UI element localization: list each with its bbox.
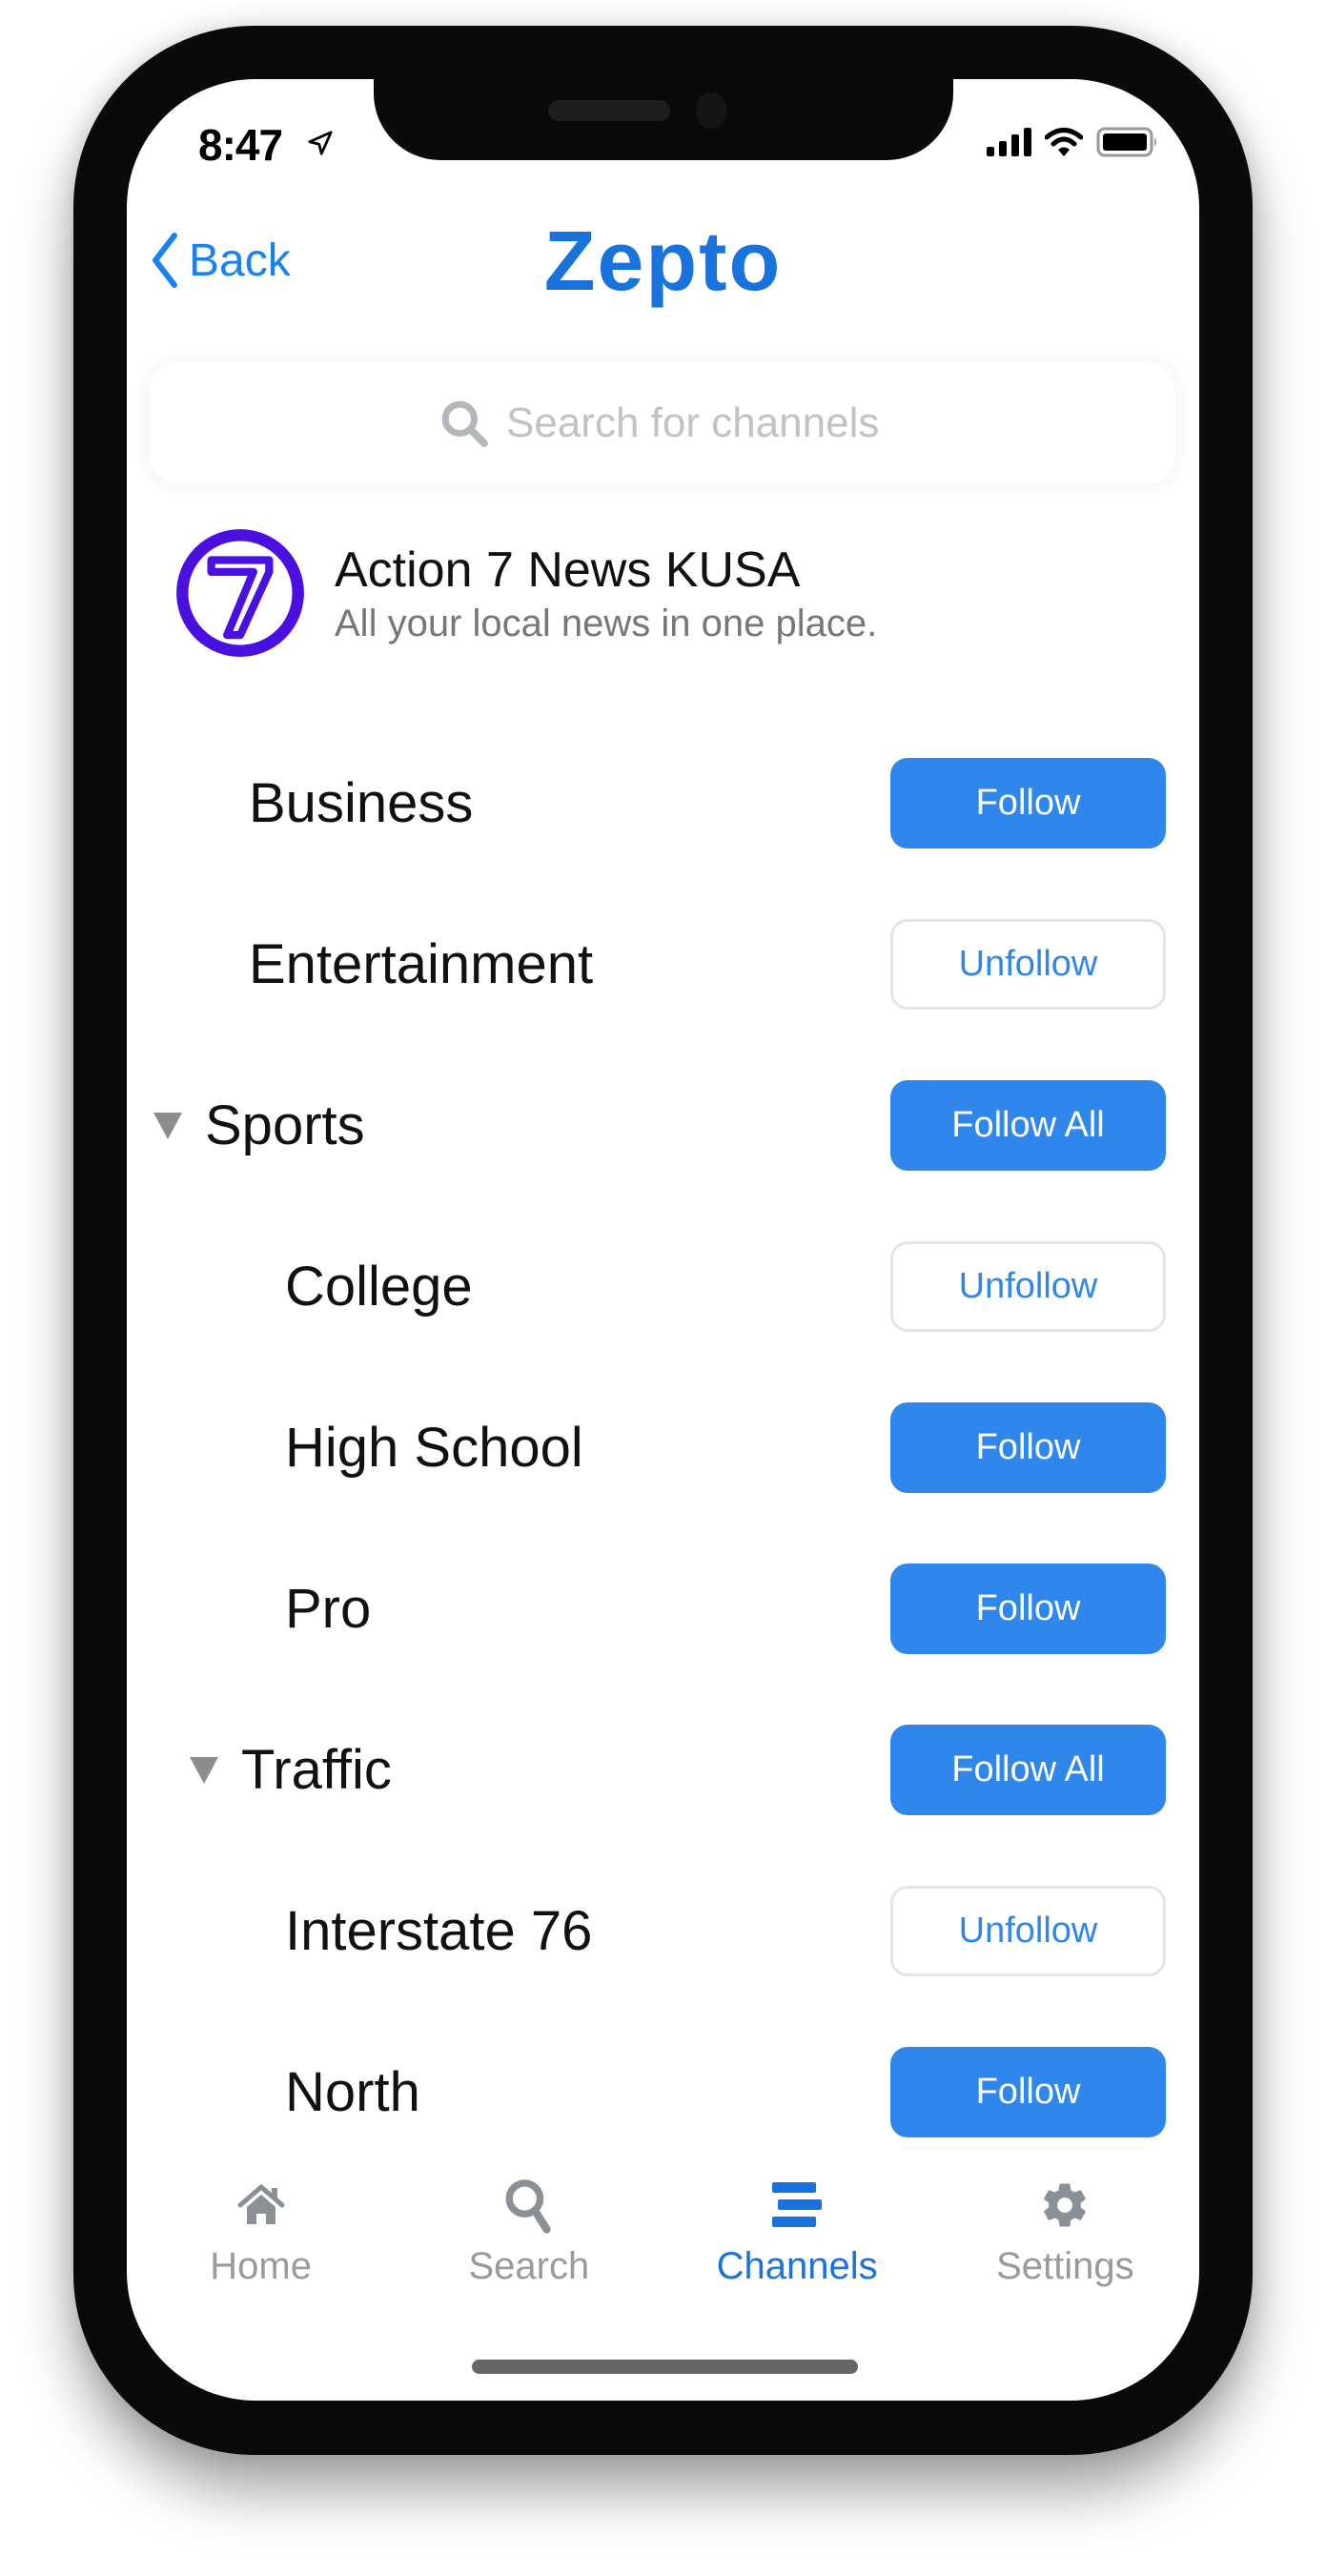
unfollow-button[interactable]: Unfollow [890,1241,1166,1332]
cellular-signal-icon [987,128,1031,156]
unfollow-button[interactable]: Unfollow [890,1886,1166,1976]
topic-label: Pro [285,1578,372,1640]
follow-button[interactable]: Follow [890,1564,1166,1654]
topic-group-sports[interactable]: Sports Follow All [127,1045,1199,1206]
topic-label: High School [285,1417,583,1479]
front-camera [696,92,726,129]
channel-name: Action 7 News KUSA [335,542,801,598]
disclosure-triangle-icon[interactable] [153,1112,182,1139]
device-mockup: 8:47 Back Zepto Search for channels Acti… [0,0,1326,2576]
tab-label: Search [468,2245,590,2287]
follow-button[interactable]: Follow [890,758,1166,848]
disclosure-triangle-icon[interactable] [190,1756,218,1784]
topic-row-north: North Follow [127,2012,1199,2173]
search-icon [505,2179,551,2234]
channel-description: All your local news in one place. [335,602,878,644]
search-field[interactable] [150,362,1175,484]
tab-label: Settings [996,2245,1134,2287]
tab-settings[interactable]: Settings [931,2177,1199,2300]
notch [374,79,953,160]
speaker-grille [548,100,670,121]
topic-row-interstate-76: Interstate 76 Unfollow [127,1850,1199,2012]
battery-icon [1096,127,1156,157]
topic-group-label: Sports [205,1094,365,1156]
topic-row-high-school: High School Follow [127,1367,1199,1528]
follow-all-button[interactable]: Follow All [890,1725,1166,1815]
home-icon [237,2184,285,2224]
channel-info: Action 7 News KUSA All your local news i… [335,542,877,645]
gear-icon [1044,2183,1087,2227]
topic-label: Business [249,772,474,834]
wifi-icon [1045,128,1083,156]
tab-label: Home [210,2245,312,2287]
topic-row-entertainment: Entertainment Unfollow [127,884,1199,1045]
follow-button[interactable]: Follow [890,1402,1166,1493]
search-input[interactable] [506,399,887,447]
channel-header: Action 7 News KUSA All your local news i… [174,527,877,659]
topic-group-label: Traffic [241,1739,392,1801]
app-screen: 8:47 Back Zepto Search for channels Acti… [127,79,1199,2401]
location-arrow-icon [308,131,333,155]
tab-label: Channels [716,2245,878,2287]
topic-row-business: Business Follow [127,723,1199,884]
follow-all-button[interactable]: Follow All [890,1080,1166,1171]
topic-label: Entertainment [249,933,594,995]
topic-label: North [285,2061,420,2123]
topic-row-college: College Unfollow [127,1206,1199,1367]
topic-label: Interstate 76 [285,1900,593,1962]
topic-row-pro: Pro Follow [127,1528,1199,1689]
topic-group-traffic[interactable]: Traffic Follow All [127,1689,1199,1850]
follow-button[interactable]: Follow [890,2047,1166,2137]
tab-search[interactable]: Search [395,2177,663,2300]
status-indicators [987,127,1159,157]
channel-logo [176,529,304,657]
channels-icon [772,2182,823,2227]
search-icon [441,400,488,447]
topic-list: Business Follow Entertainment Unfollow S… [127,723,1199,2173]
app-logo: Zepto [543,214,783,308]
home-indicator[interactable] [472,2360,858,2374]
topic-label: College [285,1256,473,1318]
tab-home[interactable]: Home [127,2177,395,2300]
unfollow-button[interactable]: Unfollow [890,919,1166,1010]
status-time: 8:47 [198,120,283,170]
tab-bar: Home Search Channels Settings [127,2177,1199,2300]
tab-channels[interactable]: Channels [663,2177,931,2300]
